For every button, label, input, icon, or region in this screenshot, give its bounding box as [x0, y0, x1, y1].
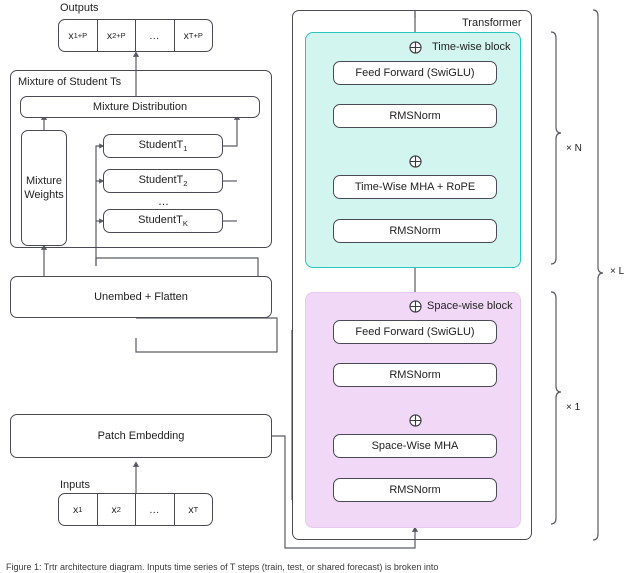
spacewise-mha-label: Space-Wise MHA: [371, 439, 459, 452]
mixture-weights-label-line1: Mixture: [25, 174, 63, 187]
inputs-token-row: x1 x2 … xT: [58, 493, 213, 526]
inputs-label: Inputs: [60, 479, 90, 491]
students-ellipsis: …: [158, 196, 170, 208]
mixture-weights-label-line2: Weights: [24, 189, 64, 201]
mixture-distribution-node[interactable]: Mixture Distribution: [20, 96, 260, 118]
transformer-repeat-label: × L: [610, 266, 625, 277]
unembed-flatten-node[interactable]: Unembed + Flatten: [10, 276, 272, 318]
output-token-cell: x T+P: [183, 29, 203, 42]
mixture-container-label: Mixture of Student Ts: [18, 76, 122, 88]
timewise-rmsnorm-lower-label: RMSNorm: [389, 224, 441, 237]
spacewise-mha-node[interactable]: Space-Wise MHA: [333, 434, 497, 458]
spacewise-residual-add-top-icon: [408, 300, 422, 313]
spacewise-rmsnorm-lower-node[interactable]: RMSNorm: [333, 478, 497, 502]
output-token-cell: x 2+P: [98, 20, 136, 51]
unembed-flatten-label: Unembed + Flatten: [94, 290, 188, 303]
timewise-repeat-label: × N: [566, 143, 582, 154]
student-t-1-label: StudentT1: [138, 138, 188, 153]
timewise-mha-rope-node[interactable]: Time-Wise MHA + RoPE: [333, 175, 497, 199]
timewise-feed-forward-label: Feed Forward (SwiGLU): [355, 66, 475, 79]
spacewise-repeat-label: × 1: [566, 402, 581, 413]
spacewise-residual-add-mid-icon: [408, 414, 422, 427]
figure-caption: Figure 1: Trtr architecture diagram. Inp…: [6, 562, 439, 572]
patch-embedding-label: Patch Embedding: [97, 429, 185, 442]
output-token-cell: …: [136, 20, 175, 51]
student-t-2-node[interactable]: StudentT2: [103, 169, 223, 193]
student-t-2-label: StudentT2: [138, 173, 188, 188]
student-t-k-label: StudentTK: [138, 213, 188, 228]
spacewise-feed-forward-label: Feed Forward (SwiGLU): [355, 325, 475, 338]
input-token-cell: x1: [59, 494, 98, 525]
patch-embedding-node[interactable]: Patch Embedding: [10, 414, 272, 458]
input-token-cell: xT: [188, 503, 199, 516]
outputs-label: Outputs: [60, 2, 99, 14]
space-wise-block-label: Space-wise block: [427, 300, 513, 312]
spacewise-rmsnorm-lower-label: RMSNorm: [389, 483, 441, 496]
transformer-label: Transformer: [462, 17, 522, 29]
student-t-1-node[interactable]: StudentT1: [103, 134, 223, 158]
spacewise-rmsnorm-upper-label: RMSNorm: [389, 368, 441, 381]
output-token-cell: x 1+P: [59, 20, 98, 51]
timewise-rmsnorm-lower-node[interactable]: RMSNorm: [333, 219, 497, 243]
mixture-weights-node[interactable]: Mixture Weights: [21, 130, 67, 246]
spacewise-rmsnorm-upper-node[interactable]: RMSNorm: [333, 363, 497, 387]
timewise-residual-add-mid-icon: [408, 155, 422, 168]
student-t-k-node[interactable]: StudentTK: [103, 209, 223, 233]
input-token-cell: x2: [98, 494, 136, 525]
outputs-token-row: x 1+P x 2+P … x T+P: [58, 19, 213, 52]
timewise-residual-add-top-icon: [408, 41, 422, 54]
timewise-rmsnorm-upper-node[interactable]: RMSNorm: [333, 104, 497, 128]
mixture-distribution-label: Mixture Distribution: [92, 100, 188, 113]
input-token-cell: …: [136, 494, 175, 525]
timewise-mha-rope-label: Time-Wise MHA + RoPE: [354, 180, 476, 193]
spacewise-feed-forward-node[interactable]: Feed Forward (SwiGLU): [333, 320, 497, 344]
time-wise-block-label: Time-wise block: [432, 41, 511, 53]
timewise-rmsnorm-upper-label: RMSNorm: [389, 109, 441, 122]
diagram-canvas: Outputs x 1+P x 2+P … x T+P Mixture of Stud…: [0, 0, 640, 573]
timewise-feed-forward-node[interactable]: Feed Forward (SwiGLU): [333, 61, 497, 85]
